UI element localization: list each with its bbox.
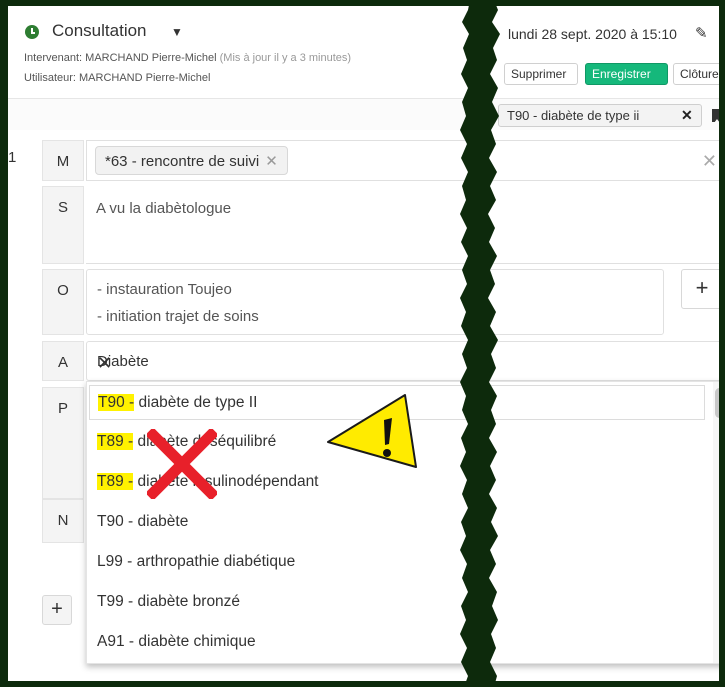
assessment-input[interactable]: Diabète ✕ [86,341,719,381]
label-o-text: O [57,282,69,299]
torn-edge [460,0,500,687]
label-p-text: P [57,400,68,417]
scrollbar[interactable] [713,382,719,663]
suggestion-item[interactable]: T99 - diabète bronzé [87,582,707,622]
suggestion-item[interactable]: L99 - arthropathie diabétique [87,542,707,582]
plus-icon[interactable]: + [681,269,719,309]
suggestion-item[interactable]: A91 - diabète chimique [87,622,707,662]
bookmark-icon[interactable] [712,109,719,123]
pencil-icon[interactable]: ✎ [695,24,708,42]
label-s-text: S [57,199,68,216]
diagnosis-bar: T90 - diabète de type ii ✕ [8,98,719,130]
updated-info: (Mis à jour il y a 3 minutes) [219,52,352,64]
consultation-window: Consultation ▼ Intervenant: MARCHAND Pie… [8,6,719,681]
suggestion-code: T89 - [97,473,134,490]
diagnosis-tag[interactable]: T90 - diabète de type ii ✕ [498,104,702,127]
close-consultation-button[interactable]: Clôturer [673,63,719,85]
objective-line: - instauration Toujeo [97,281,232,298]
motive-field[interactable]: *63 - rencontre de suivi ✕ ✕ [86,140,719,181]
user-info: Utilisateur: MARCHAND Pierre-Michel [24,72,211,84]
clock-icon [25,25,39,39]
suggestion-label: diabète chimique [138,633,256,650]
suggestion-code: T90 - [98,394,135,411]
remove-chip-icon[interactable]: ✕ [265,153,278,170]
clear-icon[interactable]: ✕ [702,151,717,172]
consultation-date: lundi 28 sept. 2020 à 15:10 [508,26,677,42]
subjective-field[interactable]: A vu la diabètologue [86,186,719,264]
suggestion-label: diabète de type II [138,394,258,411]
label-a-text: A [57,354,68,371]
delete-button[interactable]: Supprimer [504,63,578,85]
suggestion-code: T89 - [97,433,134,450]
motive-chip[interactable]: *63 - rencontre de suivi ✕ [95,146,288,175]
suggestion-code: T90 - [97,513,134,530]
intervenant-label: Intervenant: MARCHAND Pierre-Michel [24,52,217,64]
label-s: S [42,186,84,264]
caret-down-icon[interactable]: ▼ [171,25,183,39]
suggestion-label: diabète bronzé [137,593,241,610]
label-o: O [42,269,84,335]
close-icon[interactable]: ✕ [681,105,693,126]
label-n-text: N [57,512,69,529]
scrollbar-thumb[interactable] [715,388,719,418]
intervenant-info: Intervenant: MARCHAND Pierre-Michel (Mis… [24,52,351,64]
save-button[interactable]: Enregistrer [585,63,668,85]
suggestion-label: diabète [137,513,189,530]
label-p: P [42,387,84,499]
objective-line: - initiation trajet de soins [97,308,259,325]
label-m: M [42,140,84,181]
suggestion-code: A91 - [97,633,135,650]
suggestion-item[interactable]: T90 - diabète [87,502,707,542]
diagnosis-tag-label: T90 - diabète de type ii [507,108,640,123]
label-a: A [42,341,84,381]
subjective-text: A vu la diabètologue [96,200,232,217]
label-m-text: M [56,153,70,170]
consultation-title[interactable]: Consultation [52,21,147,41]
motive-chip-label: *63 - rencontre de suivi [105,153,260,170]
episode-number: 1 [8,149,17,166]
suggestion-code: T99 - [97,593,134,610]
objective-field[interactable]: - instauration Toujeo - initiation traje… [86,269,664,335]
clear-icon[interactable]: ✕ [97,353,717,374]
add-row-button[interactable]: + [42,595,72,625]
suggestion-label: arthropathie diabétique [136,553,296,570]
suggestion-code: L99 - [97,553,133,570]
red-cross-icon [147,429,217,499]
consultation-header: Consultation ▼ Intervenant: MARCHAND Pie… [8,6,719,98]
warning-icon [327,394,417,468]
label-n: N [42,499,84,543]
